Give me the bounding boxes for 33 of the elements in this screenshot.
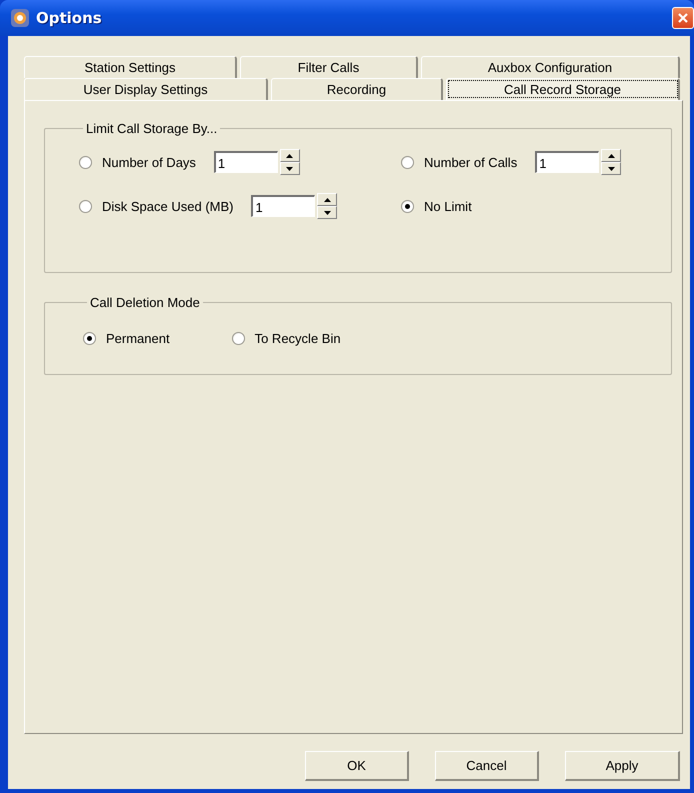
radio-button[interactable] — [401, 156, 414, 168]
radio-button[interactable] — [79, 156, 92, 168]
number-field[interactable]: 1 — [214, 151, 278, 173]
tab[interactable]: Recording — [271, 78, 443, 100]
option-label: Number of Days — [102, 154, 196, 170]
tab[interactable]: Auxbox Configuration — [421, 56, 680, 78]
close-icon — [677, 12, 689, 24]
tab[interactable]: Filter Calls — [240, 56, 418, 78]
group-title: Call Deletion Mode — [89, 295, 201, 310]
dialog-button[interactable]: Apply — [565, 750, 680, 780]
radio-button[interactable] — [83, 332, 96, 344]
option-label: Permanent — [106, 330, 170, 346]
tab[interactable]: User Display Settings — [24, 78, 268, 100]
option-label: Number of Calls — [424, 154, 518, 170]
spin-control[interactable] — [601, 149, 622, 175]
dialog-button[interactable]: OK — [305, 750, 409, 780]
number-field[interactable]: 1 — [251, 195, 316, 217]
dialog-button[interactable]: Cancel — [435, 750, 539, 780]
radio-button[interactable] — [232, 332, 245, 344]
spin-control[interactable] — [280, 149, 300, 175]
tab[interactable]: Station Settings — [24, 56, 237, 78]
radio-button[interactable] — [401, 200, 414, 212]
number-field[interactable]: 1 — [535, 151, 600, 173]
app-icon — [10, 8, 30, 28]
close-button[interactable] — [672, 7, 694, 29]
group-title: Limit Call Storage By... — [85, 121, 218, 136]
tab[interactable]: Call Record Storage — [446, 78, 680, 100]
window-title: Options — [36, 9, 102, 27]
spin-control[interactable] — [317, 193, 338, 219]
option-label: No Limit — [424, 198, 472, 214]
radio-button[interactable] — [79, 200, 92, 212]
option-label: To Recycle Bin — [254, 330, 341, 346]
option-label: Disk Space Used (MB) — [102, 198, 234, 214]
